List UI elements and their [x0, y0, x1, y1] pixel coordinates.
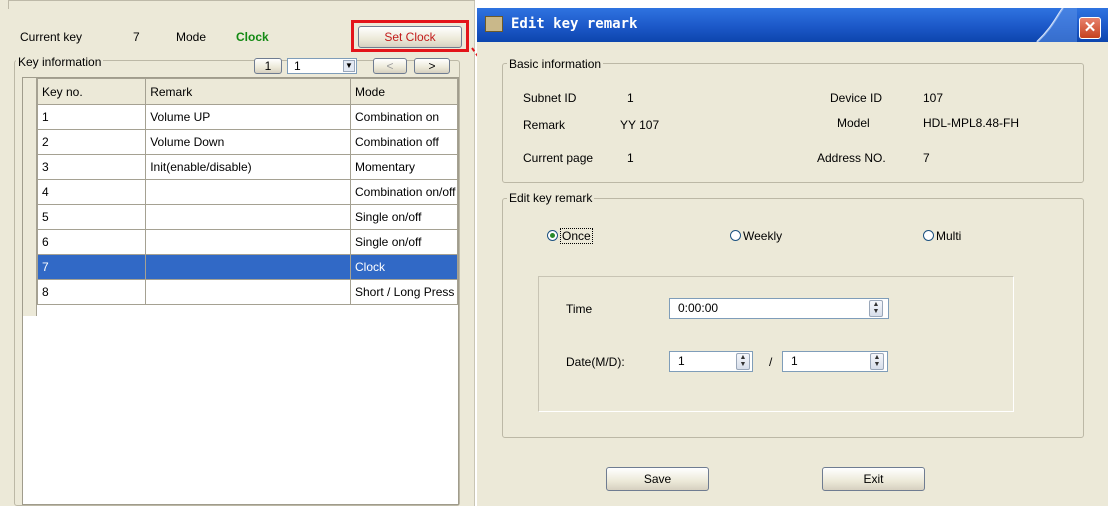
cell-mode[interactable]: Short / Long Press	[350, 279, 458, 305]
radio-once-label: Once	[560, 228, 593, 244]
cell-mode[interactable]: Combination on/off	[350, 179, 458, 205]
dialog-title: Edit key remark	[511, 16, 638, 32]
page-select-value: 1	[294, 59, 301, 73]
table-row[interactable]: 8 Short / Long Press	[36, 279, 458, 305]
table-row[interactable]: 5 Single on/off	[36, 204, 458, 230]
model-value: HDL-MPL8.48-FH	[923, 116, 1020, 130]
edit-remark-title: Edit key remark	[507, 191, 595, 205]
cell-key-no[interactable]: 8	[36, 279, 147, 305]
radio-multi-label: Multi	[936, 229, 962, 243]
cell-remark[interactable]	[145, 229, 351, 255]
remark-value: YY 107	[620, 118, 660, 132]
time-label: Time	[566, 302, 593, 316]
cell-mode[interactable]: Clock	[350, 254, 458, 280]
cell-key-no[interactable]: 6	[36, 229, 147, 255]
table-row[interactable]: 7 Clock	[36, 254, 458, 280]
date-label: Date(M/D):	[566, 355, 625, 369]
cell-key-no[interactable]: 3	[36, 154, 147, 180]
page-select[interactable]: 1 ▼	[287, 58, 357, 74]
close-icon[interactable]: ✕	[1079, 17, 1101, 39]
cell-mode[interactable]: Momentary	[350, 154, 458, 180]
key-table: Key no. Remark Mode 1 Volume UP Combinatio…	[36, 78, 458, 305]
radio-weekly-label: Weekly	[743, 229, 783, 243]
subnet-id-value: 1	[627, 91, 634, 105]
app-icon	[485, 16, 503, 32]
radio-multi-icon[interactable]	[923, 230, 934, 241]
set-clock-button[interactable]: Set Clock	[358, 26, 462, 48]
row-header-column	[23, 78, 37, 316]
cell-key-no[interactable]: 4	[36, 179, 147, 205]
time-spinner-icon[interactable]: ▲ ▼	[869, 300, 883, 317]
subnet-id-label: Subnet ID	[523, 91, 577, 105]
cell-mode[interactable]: Combination off	[350, 129, 458, 155]
address-no-label: Address NO.	[817, 151, 886, 165]
cell-remark[interactable]: Volume UP	[145, 104, 351, 130]
cell-remark[interactable]	[145, 204, 351, 230]
panel-border	[8, 0, 475, 9]
radio-weekly-icon[interactable]	[730, 230, 741, 241]
current-key-label: Current key	[20, 30, 83, 44]
model-label: Model	[837, 116, 870, 130]
mode-label: Mode	[176, 30, 207, 44]
radio-weekly[interactable]: Weekly	[730, 229, 782, 243]
page-button[interactable]: 1	[254, 58, 282, 74]
table-row[interactable]: 2 Volume Down Combination off	[36, 129, 458, 155]
save-button[interactable]: Save	[606, 467, 709, 491]
month-spinner-icon[interactable]: ▲ ▼	[736, 353, 750, 370]
current-page-value: 1	[627, 151, 634, 165]
next-page-button[interactable]: >	[414, 58, 450, 74]
col-mode[interactable]: Mode	[350, 78, 458, 105]
chevron-down-icon[interactable]: ▼	[343, 60, 355, 72]
table-row[interactable]: 3 Init(enable/disable) Momentary	[36, 154, 458, 180]
current-key-value: 7	[133, 30, 140, 44]
title-bar: Edit key remark ✕	[477, 8, 1108, 42]
table-row[interactable]: 6 Single on/off	[36, 229, 458, 255]
col-key-no[interactable]: Key no.	[36, 78, 147, 105]
cell-mode[interactable]: Single on/off	[350, 204, 458, 230]
month-input-value: 1	[678, 354, 685, 368]
cell-remark[interactable]	[145, 179, 351, 205]
datetime-panel	[538, 276, 1014, 412]
radio-multi[interactable]: Multi	[923, 229, 961, 243]
table-row[interactable]: 1 Volume UP Combination on	[36, 104, 458, 130]
prev-page-button[interactable]: <	[373, 58, 407, 74]
edit-key-remark-dialog: Edit key remark ✕ Basic information Subn…	[477, 8, 1108, 506]
col-remark[interactable]: Remark	[145, 78, 351, 105]
date-separator: /	[769, 355, 773, 369]
cell-remark[interactable]: Init(enable/disable)	[145, 154, 351, 180]
cell-mode[interactable]: Single on/off	[350, 229, 458, 255]
key-panel: Current key 7 Mode Clock Set Clock Key i…	[0, 0, 475, 506]
cell-mode[interactable]: Combination on	[350, 104, 458, 130]
radio-once-icon[interactable]	[547, 230, 558, 241]
cell-remark[interactable]: Volume Down	[145, 129, 351, 155]
title-swoosh	[1036, 8, 1077, 42]
cell-remark[interactable]	[145, 254, 351, 280]
basic-info-title: Basic information	[507, 57, 604, 71]
day-input-value: 1	[791, 354, 798, 368]
time-input[interactable]: 0:00:00	[669, 298, 889, 319]
cell-key-no[interactable]: 5	[36, 204, 147, 230]
table-row[interactable]: 4 Combination on/off	[36, 179, 458, 205]
address-no-value: 7	[923, 151, 930, 165]
radio-once[interactable]: Once	[547, 228, 593, 244]
remark-label: Remark	[523, 118, 566, 132]
cell-key-no[interactable]: 7	[36, 254, 147, 280]
device-id-value: 107	[923, 91, 944, 105]
device-id-label: Device ID	[830, 91, 883, 105]
mode-value: Clock	[236, 30, 269, 44]
exit-button[interactable]: Exit	[822, 467, 925, 491]
key-info-title: Key information	[16, 55, 104, 69]
current-page-label: Current page	[523, 151, 594, 165]
cell-key-no[interactable]: 1	[36, 104, 147, 130]
day-spinner-icon[interactable]: ▲ ▼	[870, 353, 884, 370]
key-grid: Key no. Remark Mode 1 Volume UP Combinatio…	[22, 77, 459, 505]
time-input-value: 0:00:00	[678, 301, 719, 315]
cell-remark[interactable]	[145, 279, 351, 305]
cell-key-no[interactable]: 2	[36, 129, 147, 155]
